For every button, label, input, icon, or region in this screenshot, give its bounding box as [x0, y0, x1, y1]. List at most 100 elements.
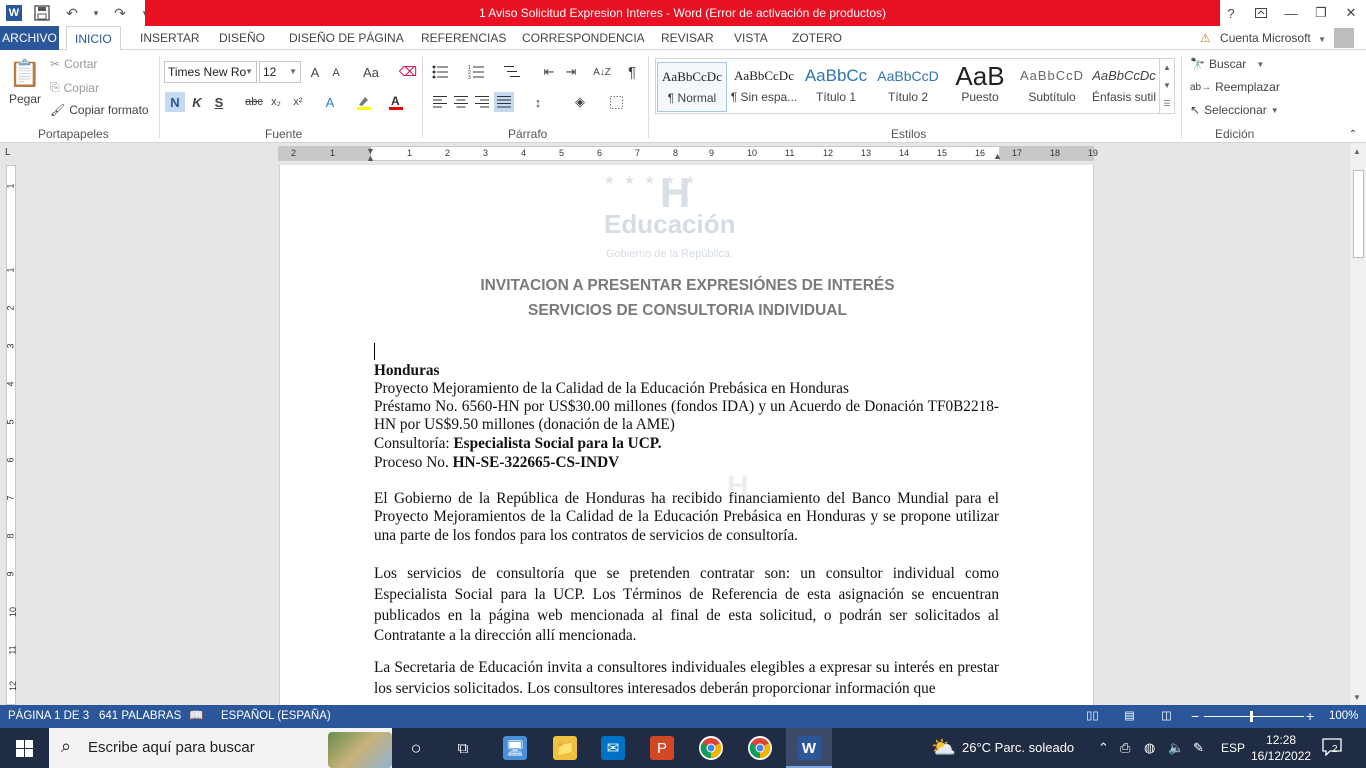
language-indicator[interactable]: ESPAÑOL (ESPAÑA) — [221, 705, 331, 728]
strikethrough-button[interactable]: abc — [244, 92, 264, 112]
tab-diseno-pagina[interactable]: DISEÑO DE PÁGINA — [281, 26, 412, 50]
copy-button[interactable]: ⎘ Copiar — [50, 80, 99, 95]
font-size-combo[interactable]: 12 ▼ — [259, 61, 301, 83]
style-normal[interactable]: AaBbCcDc ¶ Normal — [657, 62, 727, 112]
align-left-icon[interactable] — [430, 92, 450, 112]
zoom-slider[interactable] — [1204, 716, 1304, 717]
tab-diseno[interactable]: DISEÑO — [211, 26, 273, 50]
text-effects-icon[interactable]: A — [320, 92, 340, 112]
underline-button[interactable]: S — [209, 92, 229, 112]
bullets-icon[interactable] — [430, 62, 450, 82]
find-button[interactable]: 🔭 Buscar ▼ — [1190, 57, 1264, 71]
highlight-icon[interactable] — [354, 92, 374, 112]
read-mode-icon[interactable]: ▯▯ — [1086, 705, 1099, 728]
close-button[interactable]: ✕ — [1336, 0, 1366, 26]
minimize-button[interactable]: — — [1276, 0, 1306, 26]
multilevel-list-icon[interactable] — [502, 62, 522, 82]
show-hidden-icons[interactable]: ⌃ — [1098, 728, 1109, 768]
mail-icon[interactable]: ✉ — [601, 736, 625, 760]
word-taskbar-button[interactable]: W — [786, 728, 832, 768]
chrome-icon[interactable] — [699, 736, 723, 760]
network-icon[interactable]: ◍ — [1144, 728, 1155, 768]
vertical-scrollbar[interactable]: ▲ ▼ — [1349, 143, 1366, 705]
style-puesto[interactable]: AaB Puesto — [945, 62, 1015, 112]
clock[interactable]: 12:28 16/12/2022 — [1251, 732, 1311, 764]
undo-icon[interactable]: ↶ — [62, 3, 82, 23]
save-icon[interactable] — [32, 3, 52, 23]
align-center-icon[interactable] — [451, 92, 471, 112]
select-button[interactable]: ↖ Seleccionar ▼ — [1190, 103, 1279, 117]
borders-icon[interactable] — [606, 92, 626, 112]
powerpoint-icon[interactable]: P — [650, 736, 674, 760]
chrome-profile-icon[interactable] — [748, 736, 772, 760]
taskbar-search[interactable]: ⌕ Escribe aquí para buscar — [49, 728, 392, 768]
styles-scroll[interactable]: ▲ ▼ ☰ — [1159, 59, 1174, 113]
paste-button[interactable]: Pegar — [9, 92, 41, 106]
input-language[interactable]: ESP — [1221, 728, 1245, 768]
justify-icon[interactable] — [494, 92, 514, 112]
tab-correspondencia[interactable]: CORRESPONDENCIA — [514, 26, 653, 50]
superscript-button[interactable]: x² — [288, 92, 308, 112]
style-subtitulo[interactable]: AaBbCcD Subtítulo — [1017, 62, 1087, 112]
change-case-icon[interactable]: Aa — [356, 62, 386, 82]
italic-button[interactable]: K — [187, 92, 207, 112]
clear-formatting-icon[interactable]: ⌫ — [398, 62, 418, 82]
grow-font-icon[interactable]: A — [305, 62, 325, 82]
hanging-indent-marker[interactable]: ▲ — [366, 153, 375, 163]
style-titulo-1[interactable]: AaBbCc Título 1 — [801, 62, 871, 112]
device-icon[interactable]: ⎙ — [1120, 728, 1130, 768]
zoom-slider-knob[interactable] — [1250, 711, 1253, 722]
cut-button[interactable]: ✂ Cortar — [50, 57, 97, 71]
restore-button[interactable]: ❐ — [1306, 0, 1336, 26]
account-menu[interactable]: ⚠ Cuenta Microsoft ▼ — [1200, 26, 1326, 52]
word-count[interactable]: 641 PALABRAS — [99, 705, 181, 728]
horizontal-ruler[interactable]: 2 1 1 2 3 4 5 6 7 8 9 10 11 12 13 14 15 … — [278, 146, 1098, 163]
line-spacing-icon[interactable]: ↕ — [528, 92, 548, 112]
align-right-icon[interactable] — [472, 92, 492, 112]
redo-icon[interactable]: ↷ — [110, 3, 130, 23]
notifications-button[interactable]: 2 — [1322, 738, 1344, 758]
scroll-thumb[interactable] — [1353, 170, 1364, 258]
task-view-icon[interactable]: ⧉ — [451, 736, 475, 760]
page-count[interactable]: PÁGINA 1 DE 3 — [8, 705, 89, 728]
style-titulo-2[interactable]: AaBbCcD Título 2 — [873, 62, 943, 112]
font-color-icon[interactable]: A — [386, 92, 406, 112]
proofing-icon[interactable]: 📖 — [189, 705, 203, 728]
file-explorer-icon[interactable]: 📁 — [553, 736, 577, 760]
web-layout-icon[interactable]: ◫ — [1161, 705, 1172, 728]
zoom-out-button[interactable]: − — [1191, 705, 1199, 728]
tab-archivo[interactable]: ARCHIVO — [0, 26, 59, 50]
tab-vista[interactable]: VISTA — [726, 26, 776, 50]
increase-indent-icon[interactable]: ⇥ — [561, 62, 581, 82]
tab-insertar[interactable]: INSERTAR — [132, 26, 208, 50]
ribbon-display-options-icon[interactable] — [1246, 0, 1276, 26]
style-enfasis-sutil[interactable]: AaBbCcDc Énfasis sutil — [1089, 62, 1159, 112]
paste-icon[interactable]: 📋 — [9, 56, 41, 90]
shading-icon[interactable]: ◈ — [570, 92, 590, 112]
undo-dropdown-icon[interactable]: ▾ — [92, 3, 100, 23]
replace-button[interactable]: ab→ Reemplazar — [1190, 80, 1280, 94]
weather-icon[interactable]: ⛅ — [931, 728, 956, 768]
word-app-icon[interactable]: W — [6, 5, 22, 21]
vertical-ruler[interactable]: 1 1 2 3 4 5 6 7 8 9 10 11 12 — [6, 165, 18, 705]
font-name-combo[interactable]: Times New Ro ▼ — [164, 61, 257, 83]
help-button[interactable]: ? — [1216, 0, 1246, 26]
style-sin-espaciado[interactable]: AaBbCcDc ¶ Sin espa... — [729, 62, 799, 112]
windows-start-icon[interactable] — [12, 736, 36, 760]
sort-icon[interactable]: A↓Z — [592, 62, 612, 82]
tab-revisar[interactable]: REVISAR — [653, 26, 722, 50]
format-painter-button[interactable]: 🖌 Copiar formato — [50, 103, 149, 117]
decrease-indent-icon[interactable]: ⇤ — [539, 62, 559, 82]
numbering-icon[interactable]: 123 — [466, 62, 486, 82]
scroll-up-icon[interactable]: ▲ — [1353, 147, 1361, 156]
account-avatar[interactable] — [1334, 28, 1354, 48]
print-layout-icon[interactable]: ▤ — [1124, 705, 1135, 728]
scroll-down-icon[interactable]: ▼ — [1353, 693, 1361, 702]
right-indent-marker[interactable]: ▲ — [993, 151, 1002, 161]
tab-selector[interactable]: L — [5, 147, 17, 159]
zoom-level[interactable]: 100% — [1329, 705, 1358, 728]
shrink-font-icon[interactable]: A — [326, 63, 346, 83]
volume-icon[interactable]: 🔈 — [1168, 728, 1184, 768]
zoom-in-button[interactable]: + — [1306, 705, 1314, 728]
collapse-ribbon-icon[interactable]: ⌃ — [1343, 124, 1363, 144]
